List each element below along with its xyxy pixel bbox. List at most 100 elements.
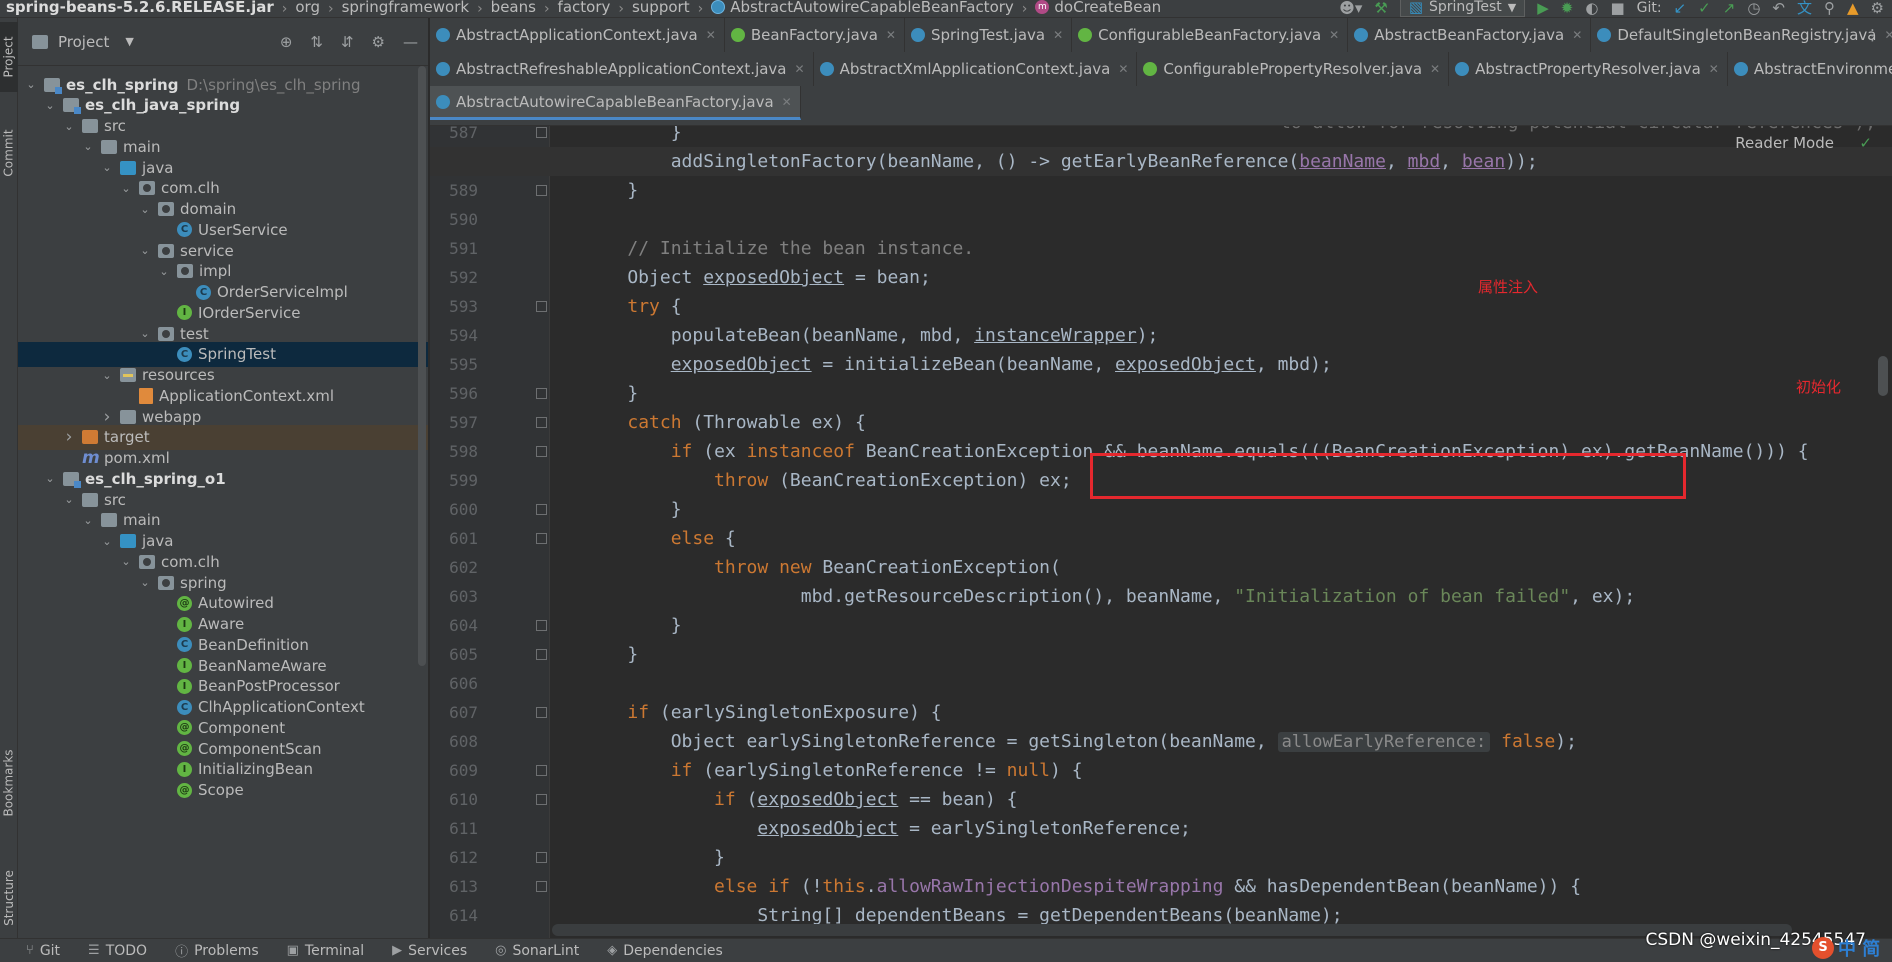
code-line[interactable]: // Initialize the bean instance. — [430, 234, 1892, 263]
editor-tab[interactable]: AbstractBeanFactory.java ✕ — [1348, 18, 1592, 52]
expand-all-icon[interactable]: ⇅ — [310, 33, 323, 51]
chevron-down-icon[interactable]: ⌄ — [43, 99, 57, 112]
tool-window-terminal[interactable]: ▣ Terminal — [287, 943, 364, 959]
build-hammer-icon[interactable]: ⚒ — [1374, 0, 1387, 15]
code-line[interactable]: throw new BeanCreationException( — [430, 553, 1892, 582]
editor-tab[interactable]: AbstractApplicationContext.java ✕ — [430, 18, 725, 52]
chevron-down-icon[interactable]: ⌄ — [138, 576, 152, 589]
search-icon[interactable]: ⚲ — [1824, 0, 1835, 15]
code-line[interactable]: catch (Throwable ex) { — [430, 408, 1892, 437]
close-icon[interactable]: ✕ — [1430, 62, 1440, 76]
code-editor[interactable]: 5875885895905915925935945955965975985996… — [430, 126, 1892, 938]
code-line[interactable]: } — [430, 495, 1892, 524]
chevron-down-icon[interactable]: ⌄ — [81, 140, 95, 153]
editor-tab[interactable]: AbstractEnvironment.java✕ — [1728, 52, 1892, 86]
code-line[interactable]: addSingletonFactory(beanName, () -> getE… — [430, 147, 1892, 176]
chevron-right-icon[interactable]: › — [100, 407, 114, 427]
code-line[interactable]: else if (!this.allowRawInjectionDespiteW… — [430, 872, 1892, 901]
chevron-down-icon[interactable]: ⌄ — [138, 327, 152, 340]
editor-tab[interactable]: DefaultSingletonBeanRegistry.java ✕ — [1591, 18, 1892, 52]
user-icon[interactable]: ☻▾ — [1339, 0, 1362, 15]
code-line[interactable]: if (earlySingletonReference != null) { — [430, 756, 1892, 785]
chevron-down-icon[interactable]: ⌄ — [24, 78, 38, 91]
editor-tab[interactable]: ConfigurablePropertyResolver.java ✕ — [1137, 52, 1450, 86]
tool-tab-bookmarks[interactable]: Bookmarks — [0, 738, 18, 828]
close-icon[interactable]: ✕ — [1572, 28, 1582, 42]
collapse-all-icon[interactable]: ⇵ — [341, 33, 354, 51]
history-clock-icon[interactable]: ◷ — [1747, 0, 1760, 15]
close-icon[interactable]: ✕ — [1329, 28, 1339, 42]
editor-tab[interactable]: AbstractPropertyResolver.java ✕ — [1449, 52, 1728, 86]
project-panel-title[interactable]: Project — [58, 33, 109, 51]
code-line[interactable]: mbd.getResourceDescription(), beanName, … — [430, 582, 1892, 611]
code-line[interactable]: Object exposedObject = bean; — [430, 263, 1892, 292]
git-update-icon[interactable]: ↙ — [1674, 0, 1687, 15]
translate-icon[interactable]: 文 — [1797, 0, 1812, 15]
code-line[interactable] — [430, 669, 1892, 698]
tool-window-dependencies[interactable]: ◈ Dependencies — [607, 943, 723, 959]
chevron-down-icon[interactable]: ⌄ — [100, 535, 114, 548]
rollback-icon[interactable]: ↶ — [1772, 0, 1785, 15]
tool-window-git[interactable]: ⑂ Git — [26, 943, 60, 959]
code-line[interactable]: populateBean(beanName, mbd, instanceWrap… — [430, 321, 1892, 350]
debug-bug-icon[interactable]: ✹ — [1561, 0, 1574, 15]
update-notification-icon[interactable]: ▲ — [1847, 0, 1859, 15]
editor-horizontal-scrollbar[interactable] — [552, 924, 1792, 936]
reader-mode-toggle[interactable]: Reader Mode — [1735, 134, 1834, 152]
breadcrumb-item[interactable]: m doCreateBean — [1035, 0, 1161, 16]
editor-tab[interactable]: AbstractAutowireCapableBeanFactory.java ✕ — [430, 86, 801, 120]
stop-icon[interactable]: ■ — [1610, 0, 1624, 15]
tool-window-services[interactable]: ▶ Services — [392, 943, 467, 959]
chevron-down-icon[interactable]: ⌄ — [62, 120, 76, 133]
editor-tab[interactable]: AbstractXmlApplicationContext.java ✕ — [814, 52, 1138, 86]
more-tabs-icon[interactable]: ⋮ — [1865, 26, 1880, 44]
chevron-down-icon[interactable]: ⌄ — [157, 265, 171, 278]
tool-window-problems[interactable]: ⓘ Problems — [175, 941, 259, 961]
chevron-down-icon[interactable]: ⌄ — [138, 244, 152, 257]
chevron-down-icon[interactable]: ⌄ — [119, 555, 133, 568]
chevron-down-icon[interactable]: ⌄ — [100, 369, 114, 382]
tool-tab-project[interactable]: Project — [0, 22, 18, 92]
code-line[interactable]: else { — [430, 524, 1892, 553]
chevron-down-icon[interactable]: ⌄ — [43, 472, 57, 485]
tree-item[interactable]: ⌄Scope — [18, 778, 428, 803]
code-line[interactable]: if (earlySingletonExposure) { — [430, 698, 1892, 727]
code-line[interactable]: } — [430, 843, 1892, 872]
code-line[interactable]: try { — [430, 292, 1892, 321]
breadcrumb-item[interactable]: springframework — [342, 0, 469, 16]
editor-tab[interactable]: SpringTest.java ✕ — [905, 18, 1073, 52]
gear-icon[interactable]: ⚙ — [372, 33, 385, 51]
project-scrollbar[interactable] — [418, 66, 426, 666]
chevron-down-icon[interactable]: ⌄ — [138, 203, 152, 216]
coverage-icon[interactable]: ◐ — [1585, 0, 1598, 15]
git-push-icon[interactable]: ↗ — [1723, 0, 1736, 15]
code-line[interactable]: } — [430, 126, 1892, 147]
inspection-ok-check-icon[interactable]: ✓ — [1859, 134, 1872, 152]
chevron-down-icon[interactable]: ⌄ — [62, 493, 76, 506]
tool-window-todo[interactable]: ☰ TODO — [88, 943, 147, 959]
code-line[interactable] — [430, 205, 1892, 234]
close-icon[interactable]: ✕ — [1053, 28, 1063, 42]
code-line[interactable]: if (exposedObject == bean) { — [430, 785, 1892, 814]
locate-file-icon[interactable]: ⊕ — [280, 33, 293, 51]
close-icon[interactable]: ✕ — [1709, 62, 1719, 76]
breadcrumb-item[interactable]: org — [295, 0, 320, 16]
breadcrumb-item[interactable]: spring-beans-5.2.6.RELEASE.jar — [0, 0, 274, 16]
close-icon[interactable]: ✕ — [706, 28, 716, 42]
code-line[interactable]: Object earlySingletonReference = getSing… — [430, 727, 1892, 756]
hide-panel-icon[interactable]: — — [403, 33, 418, 51]
chevron-down-icon[interactable]: ⌄ — [81, 514, 95, 527]
breadcrumb-item[interactable]: beans — [491, 0, 536, 16]
editor-tab[interactable]: AbstractRefreshableApplicationContext.ja… — [430, 52, 814, 86]
code-line[interactable]: exposedObject = initializeBean(beanName,… — [430, 350, 1892, 379]
close-icon[interactable]: ✕ — [782, 95, 792, 109]
breadcrumb-item[interactable]: support — [632, 0, 690, 16]
tool-window-sonarlint[interactable]: ◎ SonarLint — [495, 943, 579, 959]
tool-tab-structure[interactable]: Structure — [0, 858, 18, 938]
code-line[interactable]: } — [430, 640, 1892, 669]
editor-vertical-scrollbar[interactable] — [1878, 356, 1888, 396]
chevron-down-icon[interactable]: ▼ — [125, 35, 133, 48]
breadcrumb-item[interactable]: AbstractAutowireCapableBeanFactory — [711, 0, 1014, 16]
chevron-down-icon[interactable]: ⌄ — [100, 161, 114, 174]
run-icon[interactable]: ▶ — [1537, 0, 1549, 15]
